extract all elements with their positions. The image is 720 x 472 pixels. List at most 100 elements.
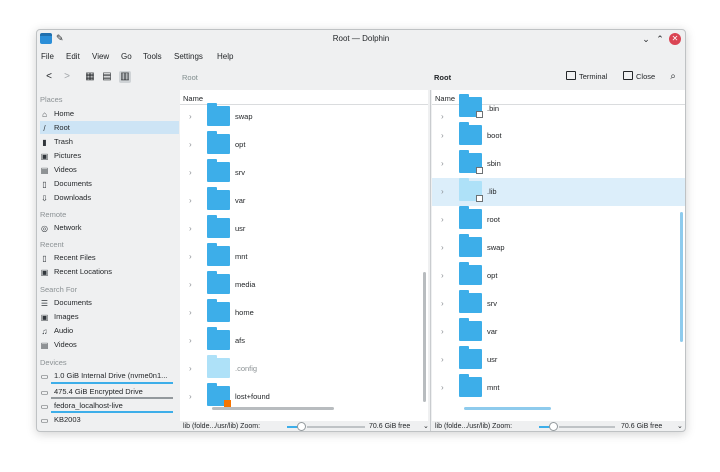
title-bar: ✎ Root — Dolphin ⌄ ⌃ ✕	[37, 30, 685, 48]
menu-file[interactable]: File	[41, 52, 54, 61]
right-zoom-slider[interactable]	[549, 422, 558, 431]
list-item[interactable]: › .config	[180, 355, 428, 383]
terminal-button[interactable]: Terminal	[579, 72, 607, 81]
menu-help[interactable]: Help	[217, 52, 233, 61]
search-images[interactable]: ▣ Images	[40, 310, 179, 323]
left-vertical-scrollbar[interactable]	[423, 272, 426, 402]
places-heading: Places	[40, 95, 63, 104]
list-item[interactable]: › root	[432, 206, 685, 234]
place-downloads[interactable]: ⇩ Downloads	[40, 191, 179, 204]
list-item[interactable]: › media	[180, 271, 428, 299]
list-item[interactable]: › sbin	[432, 150, 685, 178]
list-item[interactable]: › swap	[432, 234, 685, 262]
list-item[interactable]: › mnt	[432, 374, 685, 402]
videos-icon: ▤	[40, 166, 49, 175]
place-recent-files[interactable]: ▯ Recent Files	[40, 251, 179, 264]
place-trash[interactable]: ▮ Trash	[40, 135, 179, 148]
search-audio[interactable]: ♫ Audio	[40, 324, 179, 337]
expand-icon[interactable]: ›	[189, 308, 192, 317]
split-divider[interactable]	[430, 90, 431, 431]
forward-icon[interactable]: >	[61, 71, 73, 83]
chevron-down-icon[interactable]: ⌄	[677, 421, 683, 431]
expand-icon[interactable]: ›	[441, 159, 444, 168]
list-item[interactable]: › mnt	[180, 243, 428, 271]
terminal-icon[interactable]	[566, 71, 576, 80]
device-kb2003[interactable]: ▭ KB2003	[40, 413, 179, 426]
menu-settings[interactable]: Settings	[174, 52, 203, 61]
list-item[interactable]: › srv	[180, 159, 428, 187]
expand-icon[interactable]: ›	[441, 327, 444, 336]
expand-icon[interactable]: ›	[189, 168, 192, 177]
expand-icon[interactable]: ›	[189, 364, 192, 373]
list-item[interactable]: › usr	[432, 346, 685, 374]
place-pictures[interactable]: ▣ Pictures	[40, 149, 179, 162]
expand-icon[interactable]: ›	[189, 196, 192, 205]
place-root[interactable]: / Root	[40, 121, 179, 134]
list-item[interactable]: › var	[180, 187, 428, 215]
expand-icon[interactable]: ›	[441, 131, 444, 140]
list-item[interactable]: › var	[432, 318, 685, 346]
expand-icon[interactable]: ›	[441, 299, 444, 308]
expand-icon[interactable]: ›	[189, 280, 192, 289]
right-file-pane[interactable]: Name › .bin › boot › sbin › .lib › root › swap…	[432, 90, 685, 421]
menu-view[interactable]: View	[92, 52, 109, 61]
place-videos[interactable]: ▤ Videos	[40, 163, 179, 176]
expand-icon[interactable]: ›	[189, 392, 192, 401]
place-network[interactable]: ◎ Network	[40, 221, 179, 234]
search-videos[interactable]: ▤ Videos	[40, 338, 179, 351]
menu-edit[interactable]: Edit	[66, 52, 80, 61]
close-split-button[interactable]: Close	[636, 72, 655, 81]
expand-icon[interactable]: ›	[441, 355, 444, 364]
menu-go[interactable]: Go	[121, 52, 132, 61]
left-zoom-slider[interactable]	[297, 422, 306, 431]
details-view-icon[interactable]: ▥	[119, 71, 131, 83]
left-file-pane[interactable]: Name › swap › opt › srv › var › usr › mnt › med…	[180, 90, 428, 421]
place-home[interactable]: ⌂ Home	[40, 107, 179, 120]
list-item[interactable]: › usr	[180, 215, 428, 243]
chevron-down-icon[interactable]: ⌄	[423, 421, 429, 431]
expand-icon[interactable]: ›	[441, 271, 444, 280]
place-documents[interactable]: ▯ Documents	[40, 177, 179, 190]
right-vertical-scrollbar[interactable]	[680, 212, 683, 342]
expand-icon[interactable]: ›	[189, 252, 192, 261]
place-recent-locations[interactable]: ▣ Recent Locations	[40, 265, 179, 278]
close-window-button[interactable]: ✕	[669, 33, 681, 45]
icons-view-icon[interactable]: ▦	[84, 71, 96, 83]
list-item[interactable]: › swap	[180, 103, 428, 131]
list-item[interactable]: › srv	[432, 290, 685, 318]
expand-icon[interactable]: ›	[441, 187, 444, 196]
list-item[interactable]: › opt	[180, 131, 428, 159]
expand-icon[interactable]: ›	[189, 224, 192, 233]
home-icon: ⌂	[42, 110, 47, 119]
expand-icon[interactable]: ›	[441, 243, 444, 252]
close-split-icon[interactable]	[623, 71, 633, 80]
compact-view-icon[interactable]: ▤	[101, 71, 113, 83]
list-item[interactable]: › home	[180, 299, 428, 327]
expand-icon[interactable]: ›	[441, 215, 444, 224]
search-icon[interactable]: ⌕	[667, 71, 679, 83]
expand-icon[interactable]: ›	[189, 112, 192, 121]
left-horizontal-scrollbar[interactable]	[212, 407, 334, 410]
search-documents[interactable]: ☰ Documents	[40, 296, 179, 309]
expand-icon[interactable]: ›	[441, 383, 444, 392]
back-icon[interactable]: <	[43, 71, 55, 83]
right-breadcrumb[interactable]: Root	[434, 73, 451, 82]
minimize-button[interactable]: ⌄	[640, 33, 652, 45]
expand-icon[interactable]: ›	[189, 140, 192, 149]
expand-icon[interactable]: ›	[441, 112, 444, 121]
device-internal-drive[interactable]: ▭ 1.0 GiB Internal Drive (nvme0n1...	[40, 369, 179, 382]
search-heading: Search For	[40, 285, 78, 294]
right-horizontal-scrollbar[interactable]	[464, 407, 551, 410]
list-item[interactable]: › afs	[180, 327, 428, 355]
link-badge-icon	[476, 167, 483, 174]
list-item[interactable]: › boot	[432, 122, 685, 150]
list-item-selected[interactable]: › .lib	[432, 178, 685, 206]
left-breadcrumb[interactable]: Root	[182, 73, 198, 82]
toolbar: < > ▦ ▤ ▥ Root Root Terminal Close ⌕	[37, 66, 685, 88]
list-item[interactable]: › opt	[432, 262, 685, 290]
symlink-folder-icon	[459, 178, 483, 202]
menu-tools[interactable]: Tools	[143, 52, 162, 61]
folder-icon	[207, 187, 230, 210]
maximize-button[interactable]: ⌃	[654, 33, 666, 45]
expand-icon[interactable]: ›	[189, 336, 192, 345]
